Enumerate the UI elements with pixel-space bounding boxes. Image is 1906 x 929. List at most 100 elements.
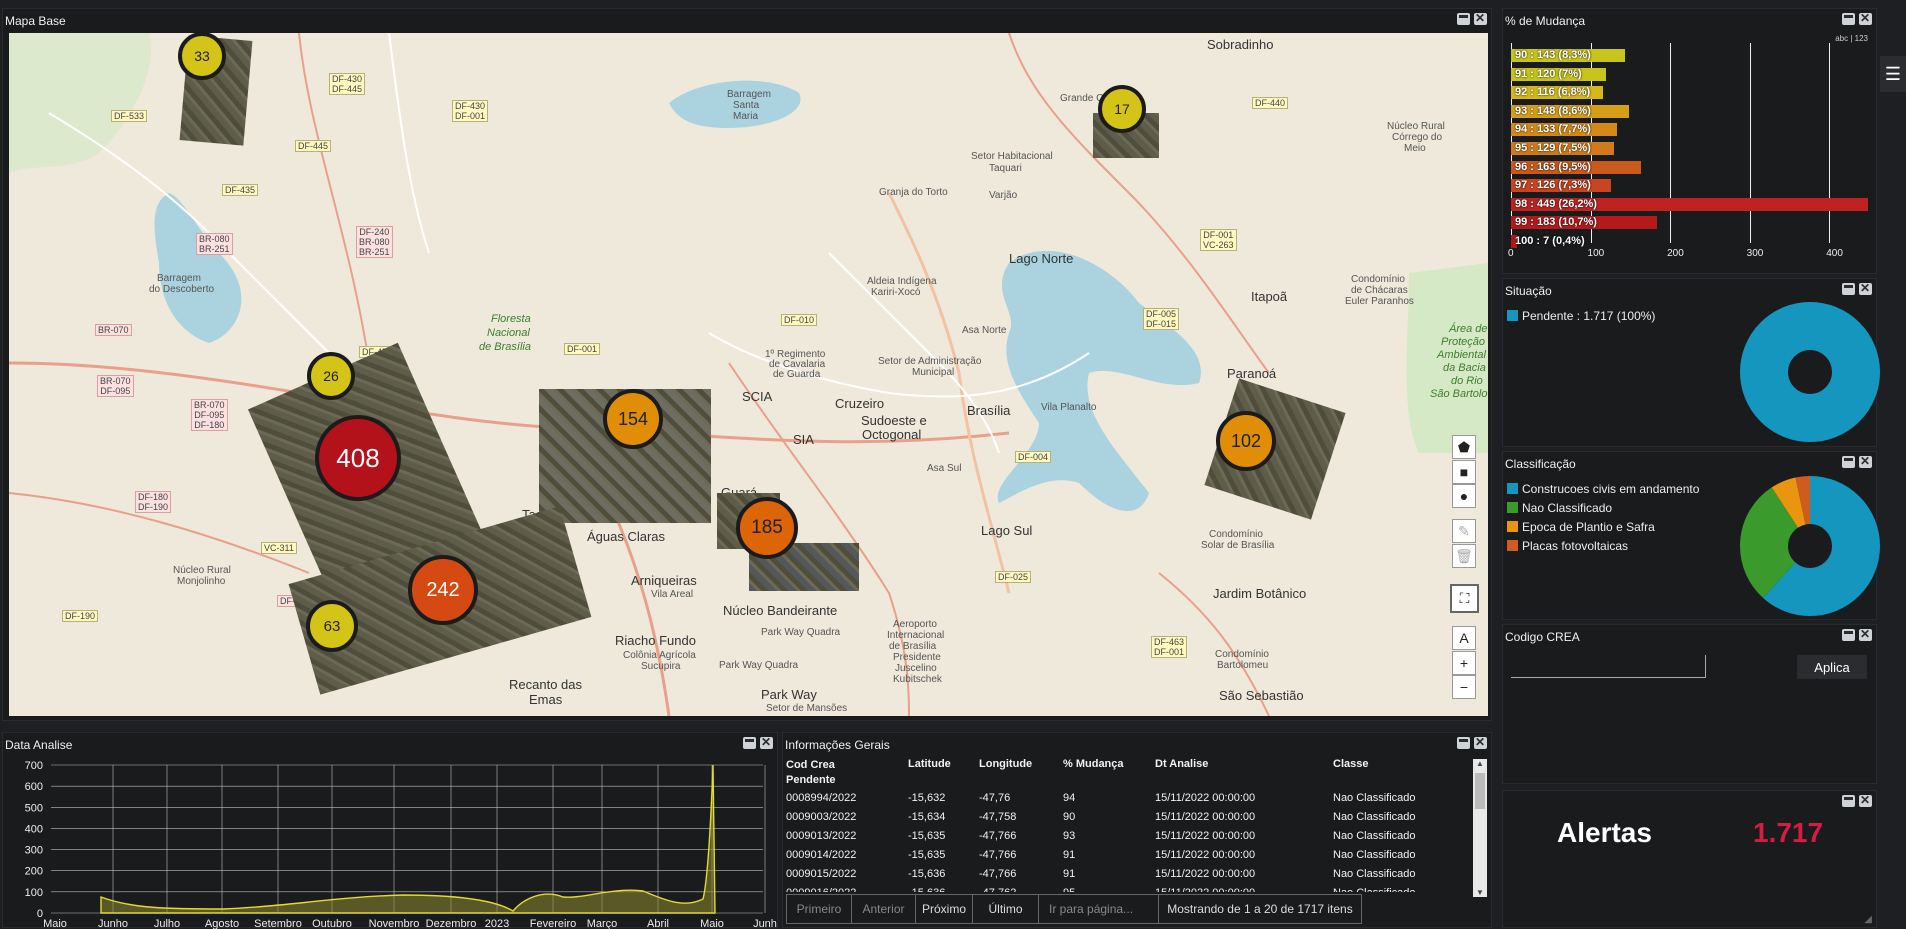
cluster-marker[interactable]: 242 — [408, 555, 478, 625]
close-icon[interactable] — [1859, 454, 1872, 468]
map-place-label: do Descoberto — [149, 284, 215, 295]
crea-input[interactable] — [1511, 655, 1706, 678]
menu-icon[interactable]: ☰ — [1880, 56, 1906, 92]
fullscreen-icon[interactable]: ⛶ — [1450, 584, 1479, 613]
table-row[interactable]: 0009003/2022 -15,634 -47,758 90 15/11/2022 0… — [786, 807, 1443, 826]
scroll-down-icon[interactable]: ▼ — [1473, 888, 1487, 897]
table-scrollbar[interactable]: ▲ ▼ — [1473, 759, 1487, 897]
minimize-icon[interactable] — [1457, 13, 1470, 25]
close-icon[interactable] — [1474, 11, 1487, 25]
table-cell: Nao Classificado — [1333, 810, 1416, 823]
table-cell: -47,766 — [979, 867, 1017, 880]
close-icon[interactable] — [1859, 11, 1872, 25]
situacao-donut — [1740, 302, 1880, 442]
close-icon[interactable] — [1474, 735, 1487, 749]
col-header-cod[interactable]: Cod Crea Pendente — [786, 758, 876, 788]
table-cell: 0008994/2022 — [786, 791, 857, 804]
legend-item[interactable]: Placas fotovoltaicas — [1507, 536, 1699, 555]
close-icon[interactable] — [1859, 627, 1872, 641]
pager-goto-input[interactable]: Ir para página... — [1038, 894, 1159, 924]
table-cell: 93 — [1063, 829, 1076, 842]
edit-icon[interactable]: ✎ — [1452, 519, 1476, 543]
zoom-in-icon[interactable]: + — [1452, 651, 1476, 675]
table-cell: -15,636 — [908, 883, 979, 893]
cluster-marker[interactable]: 63 — [306, 600, 358, 652]
map-place-label: Área de — [1449, 323, 1488, 335]
map-place-label: Núcleo Bandeirante — [723, 603, 838, 618]
table-row[interactable]: 0009013/2022 -15,635 -47,766 93 15/11/2022 0… — [786, 826, 1443, 845]
table-cell: 15/11/2022 00:00:00 — [1155, 848, 1256, 861]
cluster-marker[interactable]: 33 — [178, 33, 226, 80]
close-icon[interactable] — [760, 735, 773, 749]
cluster-marker[interactable]: 408 — [315, 415, 401, 501]
map-place-label: Águas Claras — [587, 529, 666, 544]
map-place-label: Octogonal — [862, 427, 922, 442]
north-arrow-icon[interactable]: A — [1452, 626, 1476, 650]
scroll-up-icon[interactable]: ▲ — [1473, 759, 1487, 768]
road-shield: DF-240 BR-080 BR-251 — [356, 226, 393, 258]
legend-label: Nao Classificado — [1522, 500, 1613, 515]
map-place-label: São Bartolo — [1430, 388, 1488, 400]
label-toggle[interactable]: abc | 123 — [1835, 34, 1868, 43]
table-cell: Nao Classificado — [1333, 883, 1443, 893]
minimize-icon[interactable] — [1842, 795, 1855, 807]
cluster-marker[interactable]: 185 — [736, 497, 798, 559]
table-row[interactable]: 0009014/2022 -15,635 -47,766 91 15/11/2022 0… — [786, 845, 1443, 864]
bar-label: 95 : 129 (7,5%) — [1515, 142, 1591, 154]
minimize-icon[interactable] — [1457, 737, 1470, 749]
table-row[interactable]: 0009015/2022 -15,636 -47,766 91 15/11/2022 0… — [786, 864, 1443, 883]
col-header-latitude[interactable]: Latitude — [908, 758, 951, 770]
table-cell: -47,76 — [979, 791, 1011, 804]
close-icon[interactable] — [1859, 281, 1872, 295]
cluster-marker[interactable]: 26 — [307, 352, 355, 400]
minimize-icon[interactable] — [1842, 13, 1855, 25]
delete-icon[interactable]: 🗑 — [1452, 544, 1476, 568]
minimize-icon[interactable] — [743, 737, 756, 749]
col-header-classe[interactable]: Classe — [1333, 758, 1368, 770]
draw-polygon-icon[interactable]: ⬟ — [1452, 435, 1476, 459]
map-place-label: Municipal — [912, 367, 955, 378]
cluster-marker[interactable]: 154 — [603, 389, 663, 449]
map-place-label: São Sebastião — [1219, 688, 1304, 703]
table-cell: -47,766 — [979, 829, 1017, 842]
map-place-label: Jardim Botânico — [1213, 586, 1307, 601]
map-place-label: Lago Sul — [981, 523, 1033, 538]
x-tick-label: Abril — [647, 918, 669, 929]
pager-next[interactable]: Próximo — [915, 894, 973, 924]
table-row[interactable]: 0008994/2022 -15,632 -47,76 94 15/11/2022 00… — [786, 788, 1443, 807]
draw-rectangle-icon[interactable]: ■ — [1452, 460, 1476, 484]
col-header-longitude[interactable]: Longitude — [979, 758, 1032, 770]
zoom-out-icon[interactable]: − — [1452, 675, 1476, 699]
legend-item[interactable]: Nao Classificado — [1507, 498, 1699, 517]
resize-handle-icon[interactable]: ◢ — [1864, 914, 1872, 925]
pager-last[interactable]: Último — [972, 894, 1039, 924]
map-place-label: Ambiental — [1437, 349, 1486, 361]
pager-first[interactable]: Primeiro — [786, 894, 852, 924]
table-cell: 15/11/2022 00:00:00 — [1155, 867, 1256, 880]
minimize-icon[interactable] — [1842, 456, 1855, 468]
base-map[interactable]: Sobradinho Grande Colorado Setor Habitacio… — [9, 33, 1488, 716]
table-row[interactable]: 0009016/2022-15,636-47,7629515/11/2022 0… — [786, 883, 1443, 893]
minimize-icon[interactable] — [1842, 283, 1855, 295]
road-shield: DF-180 DF-190 — [135, 491, 172, 513]
map-place-label: Núcleo Rural — [1387, 121, 1445, 132]
col-header-mudanca[interactable]: % Mudança — [1063, 758, 1124, 770]
legend-item[interactable]: Pendente : 1.717 (100%) — [1507, 306, 1655, 325]
scroll-thumb[interactable] — [1475, 773, 1485, 809]
cluster-marker[interactable]: 102 — [1216, 411, 1276, 471]
legend-item[interactable]: Construcoes civis em andamento — [1507, 479, 1699, 498]
table-cell: 0009016/2022 — [786, 883, 908, 893]
draw-circle-icon[interactable]: ● — [1452, 484, 1476, 508]
close-icon[interactable] — [1859, 793, 1872, 807]
situacao-title: Situação — [1505, 284, 1552, 298]
aplica-button[interactable]: Aplica — [1797, 655, 1867, 679]
legend-label: Pendente : 1.717 (100%) — [1522, 308, 1656, 323]
x-tick-label: Maio — [700, 918, 724, 929]
col-header-dt-analise[interactable]: Dt Analise — [1155, 758, 1208, 770]
cluster-marker[interactable]: 17 — [1098, 85, 1146, 133]
minimize-icon[interactable] — [1842, 629, 1855, 641]
table-cell: -47,766 — [979, 848, 1017, 861]
classificacao-donut — [1740, 476, 1880, 616]
pager-prev[interactable]: Anterior — [851, 894, 916, 924]
legend-item[interactable]: Epoca de Plantio e Safra — [1507, 517, 1699, 536]
